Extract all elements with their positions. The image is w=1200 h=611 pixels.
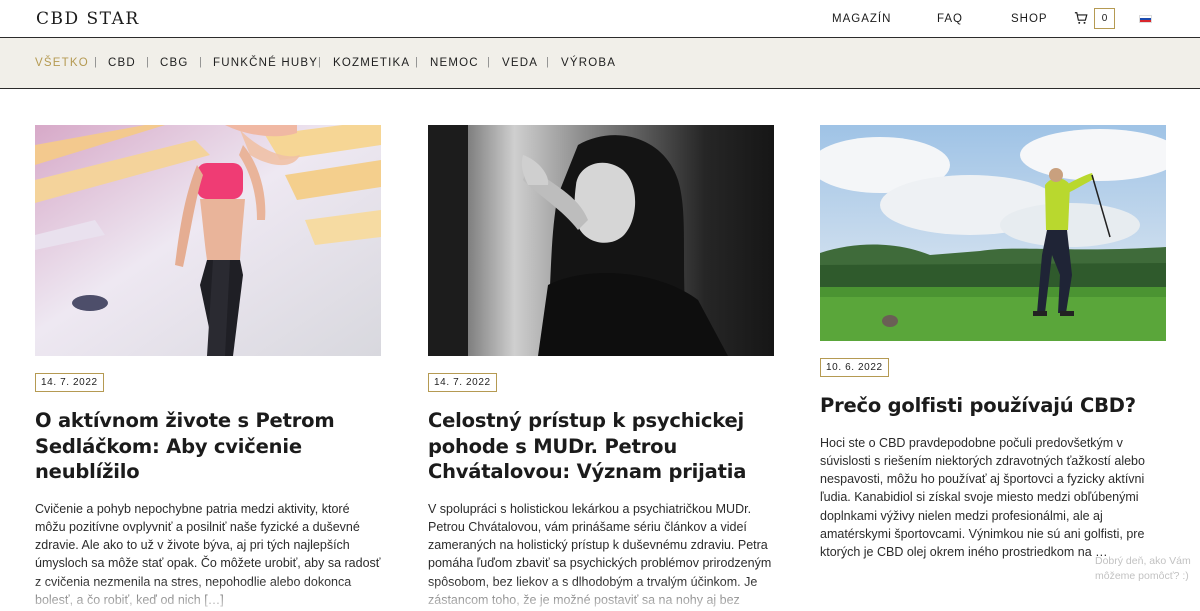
chat-widget-hint[interactable]: Dobrý deň, ako Vám môžeme pomôcť? :): [1095, 554, 1200, 584]
article-title[interactable]: O aktívnom živote s Petrom Sedláčkom: Ab…: [35, 408, 381, 485]
category-funkcne-huby[interactable]: FUNKČNÉ HUBY: [213, 57, 318, 69]
top-header: CBD STAR MAGAZÍN FAQ SHOP 0: [0, 0, 1200, 38]
article-date: 14. 7. 2022: [428, 373, 497, 392]
category-filter-bar: VŠETKO | CBD | CBG | FUNKČNÉ HUBY | KOZM…: [0, 38, 1200, 89]
article-card: 10. 6. 2022 Prečo golfisti používajú CBD…: [810, 125, 1180, 562]
category-veda[interactable]: VEDA: [502, 57, 538, 69]
article-card: 14. 7. 2022 Celostný prístup k psychicke…: [428, 125, 774, 611]
nav-magazin[interactable]: MAGAZÍN: [832, 13, 891, 25]
article-date: 14. 7. 2022: [35, 373, 104, 392]
category-cbd[interactable]: CBD: [108, 57, 136, 69]
separator: |: [146, 56, 149, 68]
article-card: 14. 7. 2022 O aktívnom živote s Petrom S…: [35, 120, 381, 609]
category-nemoc[interactable]: NEMOC: [430, 57, 479, 69]
separator: |: [199, 56, 202, 68]
article-image-golfer[interactable]: [810, 125, 1180, 341]
nav-shop[interactable]: SHOP: [1011, 13, 1048, 25]
cart-count-badge[interactable]: 0: [1094, 8, 1115, 29]
article-excerpt: Hoci ste o CBD pravdepodobne počuli pred…: [820, 435, 1145, 560]
category-vsetko[interactable]: VŠETKO: [35, 57, 89, 69]
article-image-thoughtful-woman[interactable]: [428, 125, 774, 356]
category-vyroba[interactable]: VÝROBA: [561, 57, 616, 69]
separator: |: [94, 56, 97, 68]
site-logo[interactable]: CBD STAR: [36, 9, 140, 29]
nav-faq[interactable]: FAQ: [937, 13, 963, 25]
article-title[interactable]: Celostný prístup k psychickej pohode s M…: [428, 408, 774, 485]
category-kozmetika[interactable]: KOZMETIKA: [333, 57, 410, 69]
separator: |: [546, 56, 549, 68]
separator: |: [487, 56, 490, 68]
category-cbg[interactable]: CBG: [160, 57, 189, 69]
separator: |: [415, 56, 418, 68]
slovak-flag-icon[interactable]: [1139, 15, 1152, 23]
article-date: 10. 6. 2022: [820, 358, 889, 377]
article-title[interactable]: Prečo golfisti používajú CBD?: [820, 393, 1166, 419]
separator: |: [318, 56, 321, 68]
article-excerpt: Cvičenie a pohyb nepochybne patria medzi…: [35, 501, 381, 607]
article-excerpt: V spolupráci s holistickou lekárkou a ps…: [428, 501, 772, 607]
cart-icon[interactable]: [1074, 11, 1088, 25]
article-image-fitness-woman[interactable]: [35, 120, 381, 356]
